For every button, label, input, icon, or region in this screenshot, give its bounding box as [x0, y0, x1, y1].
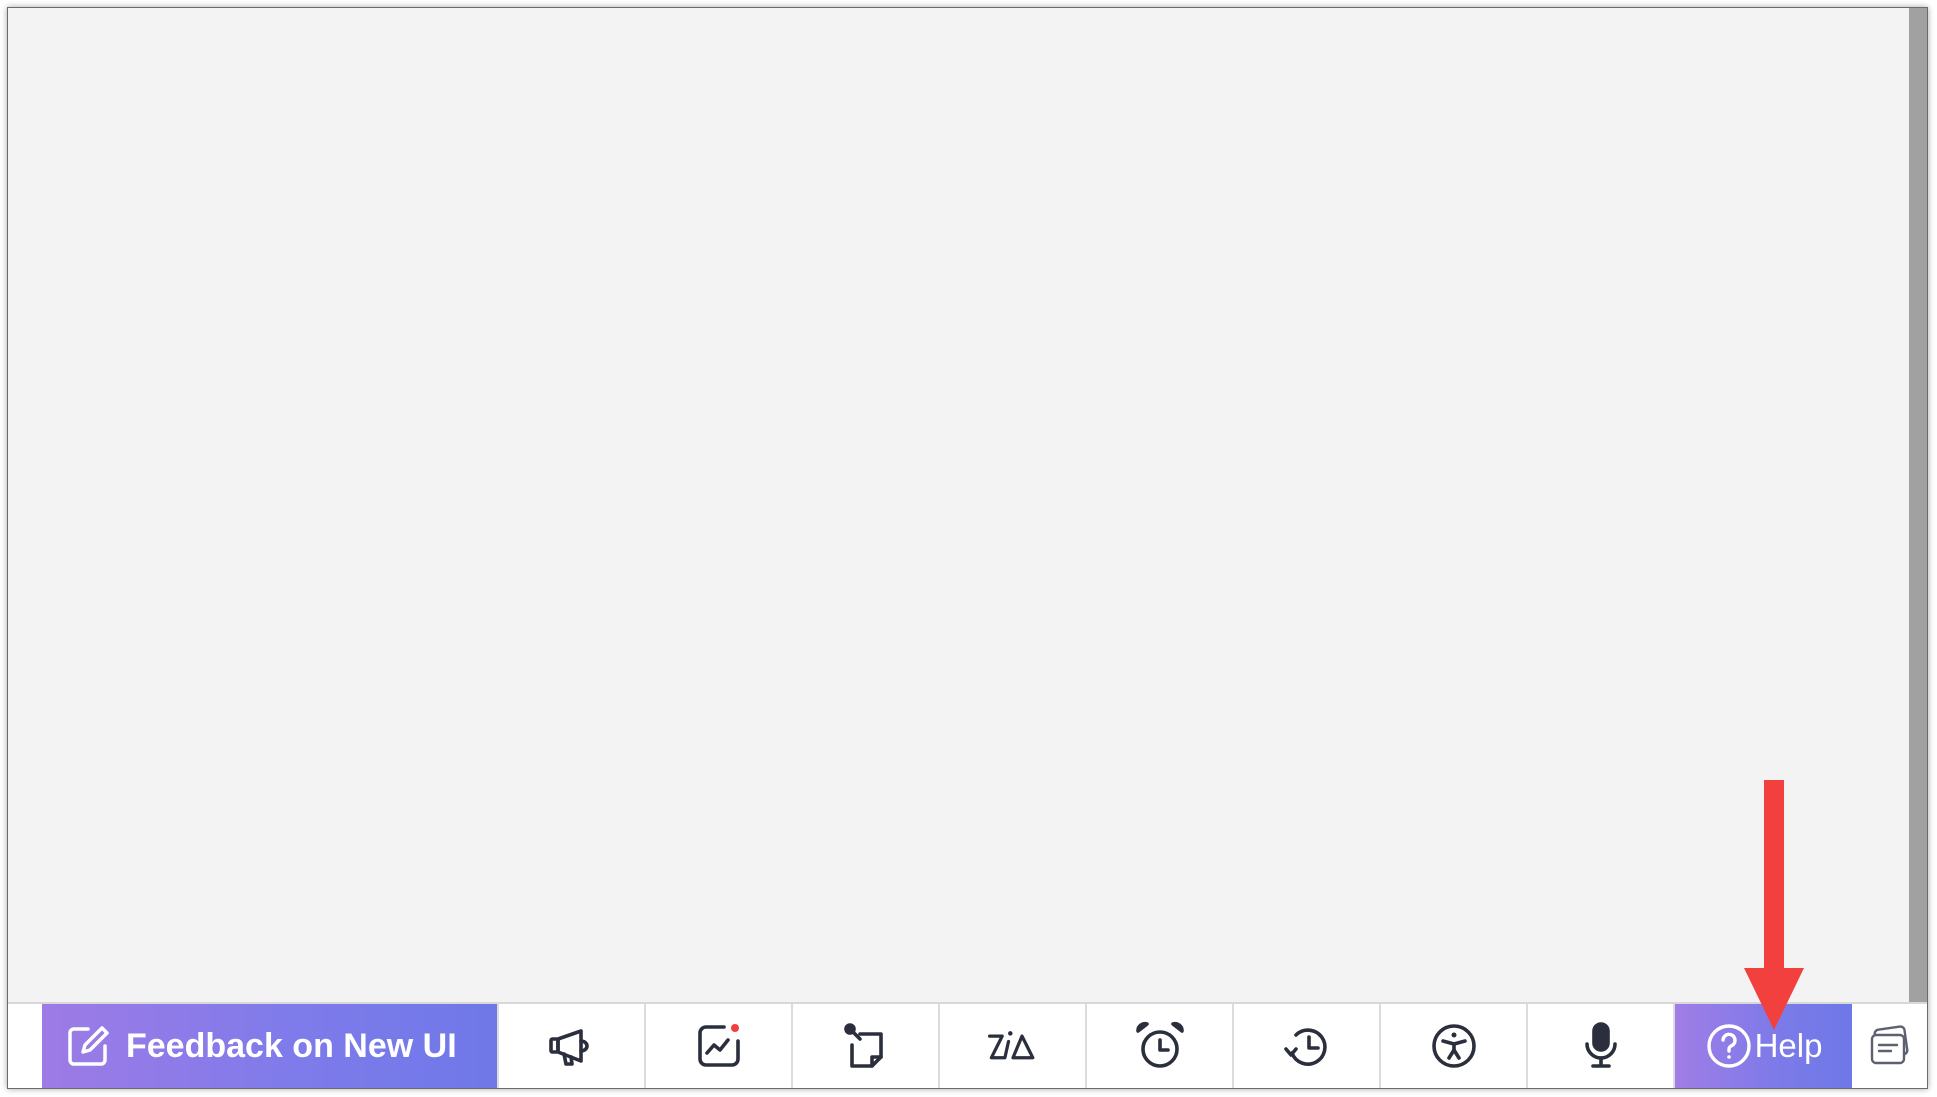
- feedback-button-label: Feedback on New UI: [126, 1026, 457, 1065]
- help-button-label: Help: [1754, 1027, 1823, 1064]
- notes-icon: [1870, 1025, 1908, 1065]
- app-window: Feedback on New UI Help: [7, 7, 1928, 1089]
- edit-icon: [68, 1026, 109, 1066]
- zia-icon: [987, 1031, 1034, 1060]
- microphone-icon: [1584, 1022, 1617, 1068]
- sticky-notes-button[interactable]: [791, 1004, 938, 1088]
- recent-history-button[interactable]: [1232, 1004, 1379, 1088]
- help-circle-icon: [1706, 1024, 1751, 1068]
- toolbar-left-spacer: [8, 1004, 42, 1088]
- main-content-area: [8, 8, 1927, 1004]
- notes-button[interactable]: [1852, 1004, 1927, 1088]
- vertical-scrollbar[interactable]: [1909, 8, 1927, 1004]
- sticky-note-icon: [843, 1023, 883, 1068]
- alarm-clock-icon: [1135, 1021, 1184, 1068]
- voice-input-button[interactable]: [1526, 1004, 1673, 1088]
- bottom-toolbar: Feedback on New UI Help: [8, 1002, 1927, 1088]
- megaphone-icon: [548, 1029, 589, 1066]
- feedback-button[interactable]: Feedback on New UI: [42, 1004, 497, 1088]
- activity-chart-button[interactable]: [644, 1004, 791, 1088]
- zia-assistant-button[interactable]: [938, 1004, 1085, 1088]
- chart-notification-icon: [697, 1024, 740, 1067]
- accessibility-button[interactable]: [1379, 1004, 1526, 1088]
- help-button[interactable]: Help: [1673, 1004, 1852, 1088]
- history-icon: [1283, 1028, 1327, 1066]
- accessibility-icon: [1431, 1024, 1476, 1068]
- announcements-button[interactable]: [497, 1004, 644, 1088]
- reminders-button[interactable]: [1085, 1004, 1232, 1088]
